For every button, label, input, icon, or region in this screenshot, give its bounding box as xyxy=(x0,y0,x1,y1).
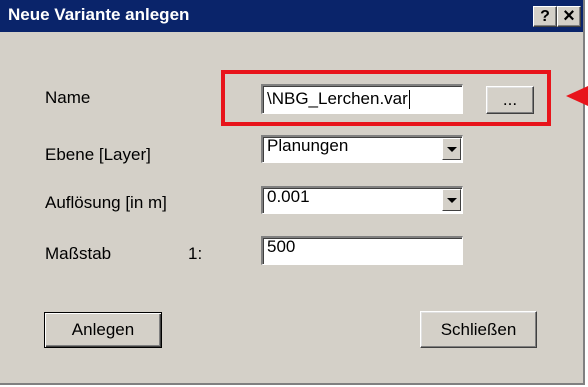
scale-input[interactable]: 500 xyxy=(261,236,463,265)
layer-select[interactable]: Planungen xyxy=(261,135,463,163)
title-bar: Neue Variante anlegen ? × xyxy=(0,0,583,32)
close-button-label: Schließen xyxy=(440,320,517,339)
annotation-arrow-head xyxy=(566,86,588,106)
window-title: Neue Variante anlegen xyxy=(8,5,190,24)
scale-label: Maßstab xyxy=(45,244,112,263)
scale-value: 500 xyxy=(267,237,296,256)
dropdown-arrow-icon[interactable] xyxy=(442,138,461,160)
layer-value: Planungen xyxy=(267,136,349,155)
create-button[interactable]: Anlegen xyxy=(44,312,162,348)
annotation-arrow-icon xyxy=(566,86,588,106)
name-label: Name xyxy=(45,88,91,107)
layer-label: Ebene [Layer] xyxy=(45,145,151,164)
resolution-select[interactable]: 0.001 xyxy=(261,186,463,214)
dialog-window: Neue Variante anlegen ? × Name \NBG_Lerc… xyxy=(0,0,585,385)
close-icon[interactable]: × xyxy=(557,6,581,27)
annotation-highlight-box xyxy=(221,70,551,126)
create-button-label: Anlegen xyxy=(71,320,135,339)
resolution-label: Auflösung [in m] xyxy=(45,193,167,212)
close-button[interactable]: Schließen xyxy=(420,311,537,348)
help-icon[interactable]: ? xyxy=(533,6,557,27)
scale-prefix: 1: xyxy=(188,244,203,263)
resolution-value: 0.001 xyxy=(267,187,310,206)
dropdown-arrow-icon[interactable] xyxy=(442,189,461,211)
